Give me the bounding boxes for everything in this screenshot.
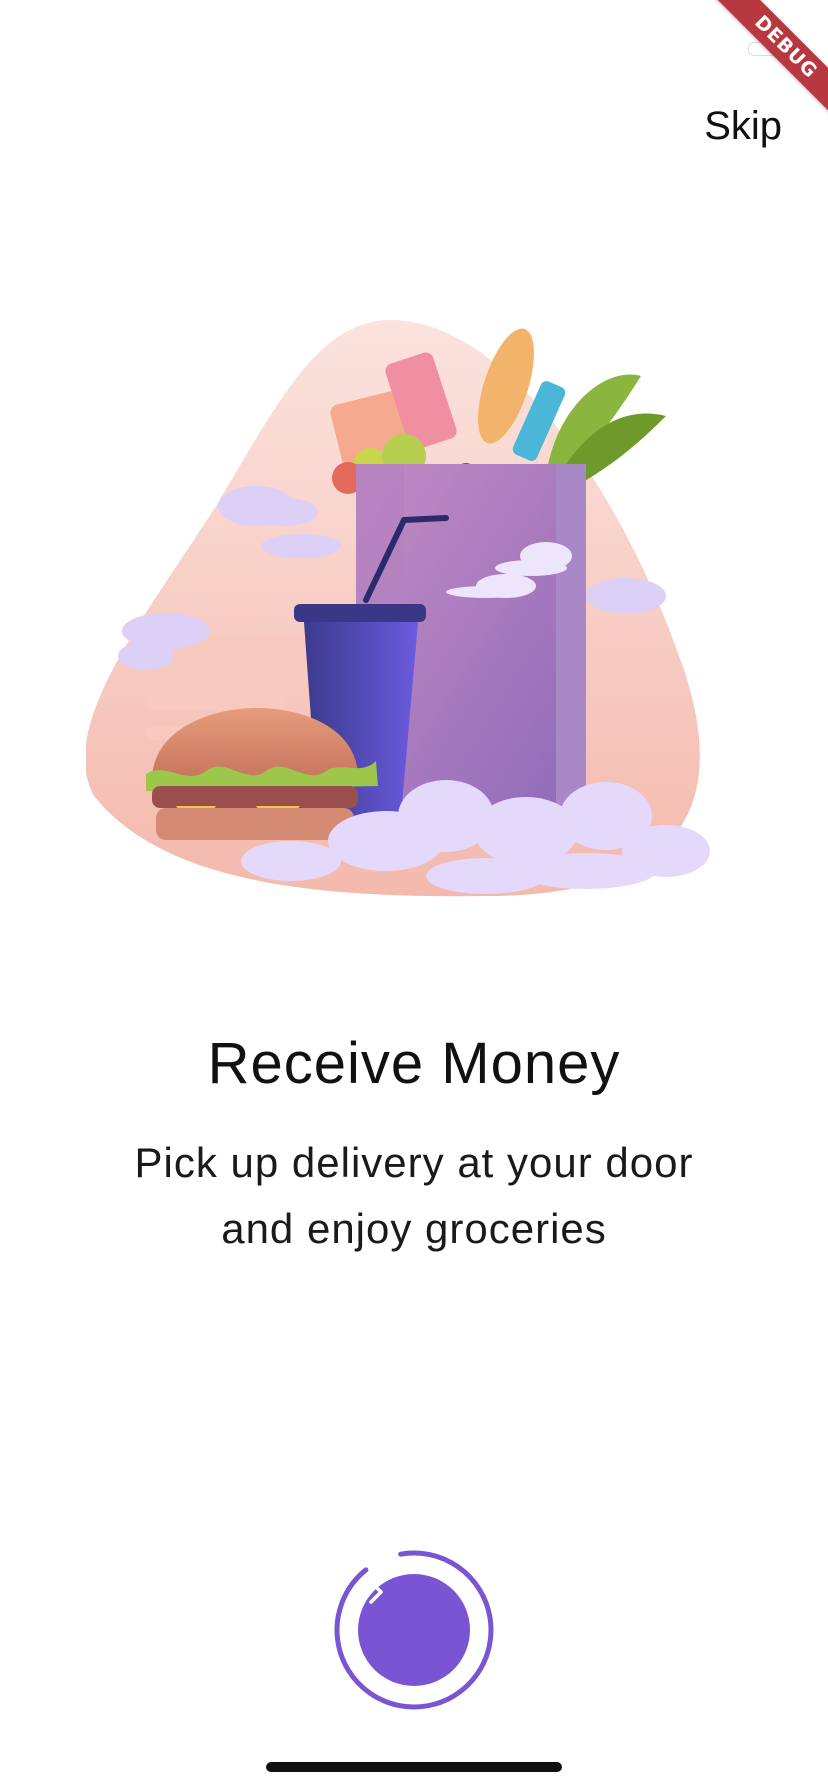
- onboarding-screen: DEBUG Skip Receive Money Pick up deliver…: [0, 0, 828, 1792]
- next-button-group: [332, 1548, 496, 1712]
- debug-banner-label: DEBUG: [711, 0, 828, 120]
- page-title: Receive Money: [207, 1031, 621, 1096]
- chevron-right-icon: [369, 1580, 383, 1604]
- page-subtitle: Pick up delivery at your door and enjoy …: [134, 1139, 694, 1252]
- skip-button[interactable]: Skip: [704, 104, 782, 149]
- home-indicator: [266, 1762, 562, 1772]
- next-button[interactable]: [358, 1574, 470, 1686]
- debug-banner: DEBUG: [708, 0, 828, 120]
- grocery-bag-illustration: [86, 319, 710, 897]
